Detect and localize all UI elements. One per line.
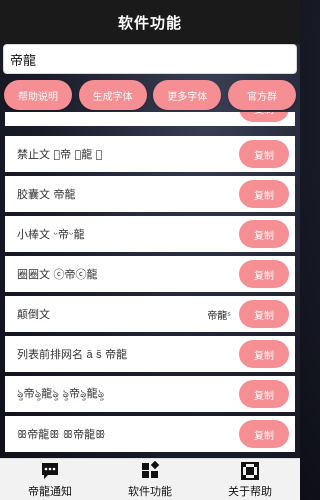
- more-fonts-button[interactable]: 更多字体: [153, 80, 222, 110]
- nav-item-features[interactable]: 软件功能: [128, 460, 172, 499]
- help-button[interactable]: 帮助说明: [4, 80, 72, 110]
- official-group-button[interactable]: 官方群: [227, 80, 296, 110]
- nav-item-notice[interactable]: 帝龍通知: [28, 461, 72, 499]
- action-chips: 帮助说明 生成字体 更多字体 官方群: [0, 80, 300, 112]
- nav-item-help[interactable]: 关于帮助: [228, 461, 272, 499]
- copy-button[interactable]: 复制: [239, 340, 289, 368]
- list-item: 圈圈文 ⓒ帝ⓒ龍 复制: [5, 256, 295, 292]
- page-title: 软件功能: [117, 13, 182, 32]
- chat-icon: [42, 462, 58, 479]
- list-item: ৡ帝ৡ龍ৡ ৡ帝ৡ龍ৡ 复制: [5, 376, 295, 412]
- apps-icon: [142, 460, 160, 478]
- list-item: 颠倒文 帝龍ˢ 复制: [5, 296, 295, 332]
- font-style-list: 复制 禁止文 ⃠帝 ⃠龍 ⃠ 复制 胶囊文 帝龍 复制 小棒文 ᵕ帝ᵕ龍 复制 …: [0, 112, 300, 458]
- list-item: 禁止文 ⃠帝 ⃠龍 ⃠ 复制: [5, 136, 295, 172]
- text-input[interactable]: 帝龍: [3, 44, 297, 74]
- list-item: 小棒文 ᵕ帝ᵕ龍 复制: [5, 216, 295, 252]
- copy-button[interactable]: 复制: [239, 420, 289, 448]
- app-title-bar: 软件功能: [0, 0, 300, 44]
- copy-button[interactable]: 复制: [239, 112, 289, 122]
- help-icon: [241, 461, 259, 480]
- copy-button[interactable]: 复制: [239, 380, 289, 408]
- copy-button[interactable]: 复制: [239, 180, 289, 208]
- upside-down-text: 帝龍ˢ: [207, 310, 231, 322]
- input-value: 帝龍: [10, 53, 37, 69]
- list-item: 复制: [5, 112, 295, 126]
- copy-button[interactable]: 复制: [239, 220, 289, 248]
- list-item: ꕥ帝龍ꕥ ꕥ帝龍ꕥ 复制: [5, 416, 295, 452]
- copy-button[interactable]: 复制: [239, 140, 289, 168]
- list-item: 胶囊文 帝龍 复制: [5, 176, 295, 212]
- copy-button[interactable]: 复制: [239, 300, 289, 328]
- copy-button[interactable]: 复制: [239, 260, 289, 288]
- list-item: 列表前排网名 a᷃ s᷃ 帝龍 复制: [5, 336, 295, 372]
- generate-font-button[interactable]: 生成字体: [78, 80, 147, 110]
- bottom-nav: 帝龍通知 软件功能 关于帮助: [0, 458, 300, 500]
